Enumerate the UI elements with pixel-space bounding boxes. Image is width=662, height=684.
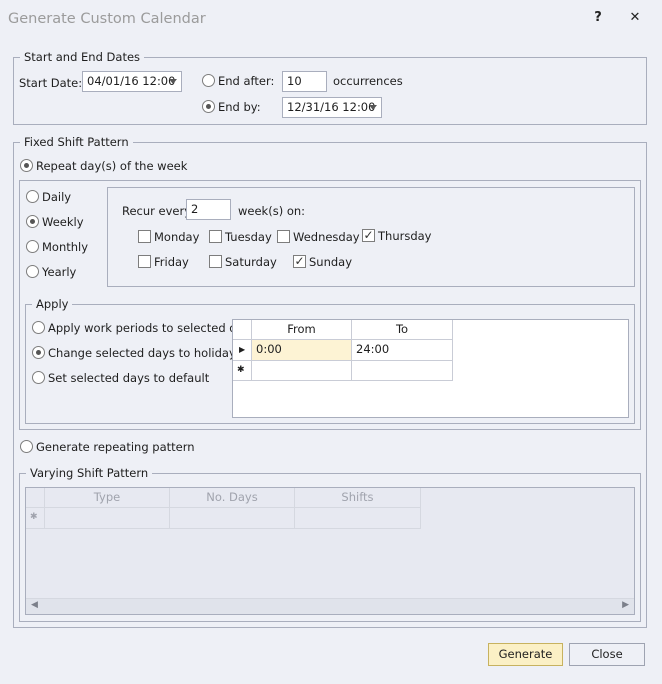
friday-checkbox[interactable] xyxy=(138,255,151,268)
recur-every-input[interactable]: 2 xyxy=(186,199,231,220)
end-after-label: End after: xyxy=(218,74,275,88)
sunday-checkbox[interactable]: ✓ xyxy=(293,255,306,268)
wednesday-checkbox[interactable] xyxy=(277,230,290,243)
end-after-input[interactable]: 10 xyxy=(282,71,327,92)
friday-label: Friday xyxy=(154,255,189,269)
repeat-days-radio[interactable] xyxy=(20,159,33,172)
sunday-label: Sunday xyxy=(309,255,353,269)
yearly-radio[interactable] xyxy=(26,265,39,278)
row-indicator-header xyxy=(233,320,252,340)
change-to-holidays-label: Change selected days to holidays xyxy=(48,346,242,360)
column-header-to[interactable]: To xyxy=(352,320,453,340)
end-by-radio[interactable] xyxy=(202,100,215,113)
varying-shift-group-title: Varying Shift Pattern xyxy=(26,466,153,480)
daily-radio[interactable] xyxy=(26,190,39,203)
end-after-radio[interactable] xyxy=(202,74,215,87)
saturday-checkbox[interactable] xyxy=(209,255,222,268)
monday-checkbox[interactable] xyxy=(138,230,151,243)
end-by-picker[interactable]: 12/31/16 12:00 xyxy=(282,97,382,118)
close-button[interactable]: Close xyxy=(569,643,645,666)
set-default-radio[interactable] xyxy=(32,371,45,384)
new-row-indicator: ✱ xyxy=(233,361,252,381)
repeating-pattern-label: Generate repeating pattern xyxy=(36,440,195,454)
end-by-value: 12/31/16 12:00 xyxy=(287,100,376,114)
column-header-type: Type xyxy=(45,488,170,508)
apply-work-periods-label: Apply work periods to selected days xyxy=(48,321,257,335)
weekly-radio[interactable] xyxy=(26,215,39,228)
thursday-checkbox[interactable]: ✓ xyxy=(362,229,375,242)
varying-shift-grid: Type No. Days Shifts ✱ ◀ ▶ xyxy=(25,487,635,615)
current-row-indicator: ▶ xyxy=(233,340,252,361)
change-to-holidays-radio[interactable] xyxy=(32,346,45,359)
set-default-label: Set selected days to default xyxy=(48,371,210,385)
apply-work-periods-radio[interactable] xyxy=(32,321,45,334)
from-cell[interactable]: 0:00 xyxy=(252,340,352,361)
chevron-down-icon xyxy=(369,105,377,110)
window-title: Generate Custom Calendar xyxy=(8,11,206,27)
new-row-from-cell[interactable] xyxy=(252,361,352,381)
saturday-label: Saturday xyxy=(225,255,277,269)
monthly-label: Monthly xyxy=(42,240,89,254)
occurrences-label: occurrences xyxy=(333,74,403,88)
row-indicator-header xyxy=(26,488,45,508)
weekly-label: Weekly xyxy=(42,215,84,229)
yearly-label: Yearly xyxy=(42,265,77,279)
work-periods-grid[interactable]: From To ▶ 0:00 24:00 ✱ xyxy=(232,319,629,418)
tuesday-checkbox[interactable] xyxy=(209,230,222,243)
start-date-label: Start Date: xyxy=(19,76,83,90)
repeating-pattern-radio[interactable] xyxy=(20,440,33,453)
apply-group-title: Apply xyxy=(32,297,73,311)
tuesday-label: Tuesday xyxy=(225,230,272,244)
scroll-right-icon[interactable]: ▶ xyxy=(622,600,629,610)
daily-label: Daily xyxy=(42,190,72,204)
scroll-left-icon[interactable]: ◀ xyxy=(31,600,38,610)
start-date-value: 04/01/16 12:00 xyxy=(87,74,176,88)
new-row-type-cell xyxy=(45,508,170,529)
monday-label: Monday xyxy=(154,230,200,244)
chevron-down-icon xyxy=(169,79,177,84)
column-header-from[interactable]: From xyxy=(252,320,352,340)
new-row-indicator: ✱ xyxy=(26,508,45,529)
generate-button[interactable]: Generate xyxy=(488,643,563,666)
wednesday-label: Wednesday xyxy=(293,230,360,244)
end-by-label: End by: xyxy=(218,100,261,114)
new-row-to-cell[interactable] xyxy=(352,361,453,381)
monthly-radio[interactable] xyxy=(26,240,39,253)
horizontal-scrollbar[interactable]: ◀ ▶ xyxy=(26,598,634,614)
start-date-picker[interactable]: 04/01/16 12:00 xyxy=(82,71,182,92)
title-bar: Generate Custom Calendar ? ✕ xyxy=(0,0,662,40)
thursday-label: Thursday xyxy=(378,229,432,243)
dates-group-title: Start and End Dates xyxy=(20,50,145,64)
help-button[interactable]: ? xyxy=(589,10,607,25)
to-cell[interactable]: 24:00 xyxy=(352,340,453,361)
new-row-no-days-cell xyxy=(170,508,295,529)
fixed-shift-group-title: Fixed Shift Pattern xyxy=(20,135,133,149)
new-row-shifts-cell xyxy=(295,508,421,529)
repeat-days-label: Repeat day(s) of the week xyxy=(36,159,188,173)
recur-every-label: Recur every xyxy=(122,204,192,218)
close-window-icon[interactable]: ✕ xyxy=(626,10,644,25)
column-header-shifts: Shifts xyxy=(295,488,421,508)
weeks-on-label: week(s) on: xyxy=(238,204,306,218)
column-header-no-days: No. Days xyxy=(170,488,295,508)
